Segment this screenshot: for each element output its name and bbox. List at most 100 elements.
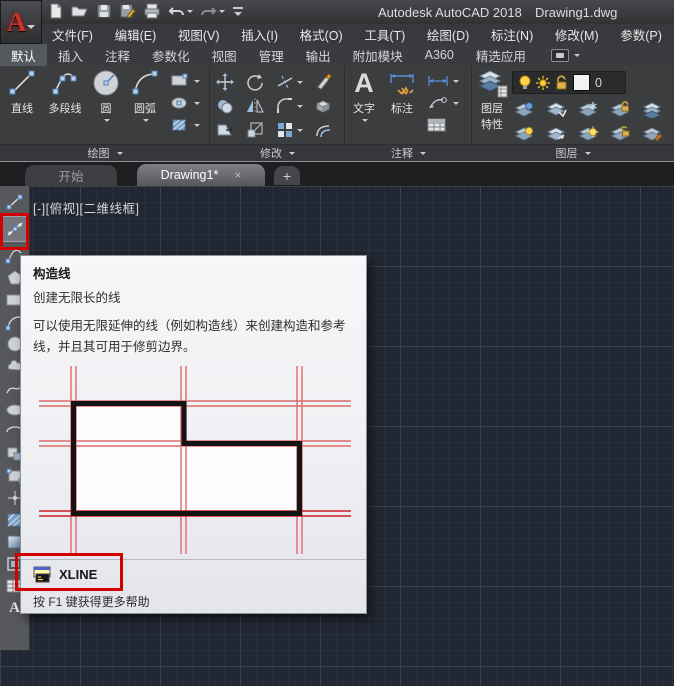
ribbon-tab-addins[interactable]: 附加模块 <box>342 44 414 66</box>
ribbon-display-toggle[interactable] <box>545 44 586 66</box>
linear-dimension-button[interactable] <box>427 72 459 90</box>
layer-selector[interactable]: 0 <box>512 71 626 94</box>
ellipse-icon <box>171 97 187 109</box>
menu-format[interactable]: 格式(O) <box>296 24 347 45</box>
layer-unlock-icon[interactable] <box>610 124 632 142</box>
customize-qat-icon[interactable] <box>232 4 244 18</box>
scale-button[interactable] <box>246 118 276 142</box>
polyline-button[interactable]: 多段线 <box>42 68 88 116</box>
offset-button[interactable] <box>314 118 340 142</box>
menu-bar: 文件(F) 编辑(E) 视图(V) 插入(I) 格式(O) 工具(T) 绘图(D… <box>0 24 674 44</box>
ribbon-tab-a360[interactable]: A360 <box>414 44 465 66</box>
ribbon-tab-view[interactable]: 视图 <box>201 44 248 66</box>
layer-off-icon[interactable] <box>514 100 536 118</box>
multileader-icon <box>429 97 447 109</box>
new-file-icon[interactable] <box>48 3 64 19</box>
move-button[interactable] <box>216 70 246 94</box>
toolbar-line-button[interactable] <box>0 191 30 213</box>
line-icon <box>9 70 35 95</box>
current-layer-name: 0 <box>595 75 602 90</box>
layer-lock-icon[interactable] <box>610 100 632 118</box>
chevron-down-icon[interactable] <box>297 104 303 111</box>
close-tab-icon[interactable]: × <box>234 168 241 182</box>
chevron-down-icon[interactable] <box>219 9 225 16</box>
layer-thaw-icon[interactable] <box>578 124 600 142</box>
ribbon-tab-manage[interactable]: 管理 <box>248 44 295 66</box>
trim-button[interactable] <box>276 70 314 94</box>
ribbon-tab-home[interactable]: 默认 <box>0 44 48 66</box>
file-tab-start[interactable]: 开始 <box>25 165 117 186</box>
mirror-button[interactable] <box>246 94 276 118</box>
chevron-down-icon[interactable] <box>187 9 193 16</box>
ribbon: 直线 多段线 圆 圆弧 绘图 修改 A 文字 标注 注释 图层 特性 0 图层 <box>0 66 674 162</box>
menu-dimension[interactable]: 标注(N) <box>487 24 537 45</box>
new-drawing-tab-button[interactable]: + <box>274 166 300 185</box>
panel-title-draw[interactable]: 绘图 <box>0 144 210 161</box>
tooltip-subtitle: 创建无限长的线 <box>33 291 121 305</box>
fillet-button[interactable] <box>276 94 314 118</box>
color-swatch <box>573 74 590 91</box>
hatch-button[interactable] <box>170 116 200 134</box>
file-tab-drawing1[interactable]: Drawing1* × <box>137 164 265 186</box>
stretch-button[interactable] <box>216 118 246 142</box>
autocad-window: A Autodesk AutoCAD 2018 Drawing1.dwg 文件(… <box>0 0 674 686</box>
multileader-button[interactable] <box>427 94 459 112</box>
save-icon[interactable] <box>96 3 112 19</box>
mirror-icon <box>247 98 264 114</box>
rectangle-icon <box>171 73 188 86</box>
chevron-down-icon[interactable] <box>297 128 303 135</box>
ribbon-tab-featured-apps[interactable]: 精选应用 <box>465 44 537 66</box>
viewport-controls-label[interactable]: [-][俯视][二维线框] <box>33 198 140 217</box>
chevron-down-icon[interactable] <box>362 119 368 125</box>
menu-tools[interactable]: 工具(T) <box>360 24 409 45</box>
panel-layers: 图层 特性 0 图层 <box>472 66 674 161</box>
ribbon-tab-annotate[interactable]: 注释 <box>94 44 141 66</box>
menu-insert[interactable]: 插入(I) <box>237 24 282 45</box>
explode-button[interactable] <box>314 94 340 118</box>
layer-isolate-icon[interactable] <box>546 100 568 118</box>
ribbon-tab-output[interactable]: 输出 <box>295 44 342 66</box>
ribbon-tab-insert[interactable]: 插入 <box>47 44 94 66</box>
ribbon-tab-parametric[interactable]: 参数化 <box>141 44 201 66</box>
rotate-icon <box>247 74 263 91</box>
layer-make-current-icon[interactable] <box>642 100 664 118</box>
rectangle-button[interactable] <box>170 72 200 90</box>
circle-button[interactable]: 圆 <box>88 68 124 125</box>
chevron-down-icon[interactable] <box>297 80 303 87</box>
copy-button[interactable] <box>216 94 246 118</box>
menu-file[interactable]: 文件(F) <box>48 24 97 45</box>
rotate-button[interactable] <box>246 70 276 94</box>
chevron-down-icon[interactable] <box>104 119 110 125</box>
file-tab-bar: 开始 Drawing1* × + <box>0 162 674 186</box>
menu-view[interactable]: 视图(V) <box>174 24 224 45</box>
ellipse-button[interactable] <box>170 94 200 112</box>
erase-button[interactable] <box>314 70 340 94</box>
panel-title-annotate[interactable]: 注释 <box>345 144 472 161</box>
layer-properties-icon <box>478 70 508 98</box>
save-as-icon[interactable] <box>119 3 136 19</box>
plot-printer-icon[interactable] <box>143 3 161 19</box>
line-button[interactable]: 直线 <box>2 68 42 116</box>
redo-icon[interactable] <box>200 4 225 19</box>
menu-draw[interactable]: 绘图(D) <box>423 24 473 45</box>
menu-parametric[interactable]: 参数(P) <box>616 24 666 45</box>
layer-properties-button[interactable]: 图层 特性 <box>474 68 510 132</box>
table-button[interactable] <box>427 116 459 134</box>
menu-modify[interactable]: 修改(M) <box>551 24 603 45</box>
menu-edit[interactable]: 编辑(E) <box>111 24 161 45</box>
text-button[interactable]: A 文字 <box>347 68 381 125</box>
layer-match-icon[interactable] <box>642 124 664 142</box>
layer-unisolate-icon[interactable] <box>546 124 568 142</box>
panel-title-layers[interactable]: 图层 <box>472 144 674 161</box>
arc-button[interactable]: 圆弧 <box>126 68 164 125</box>
array-button[interactable] <box>276 118 314 142</box>
layer-on-icon[interactable] <box>514 124 536 142</box>
application-menu-button[interactable]: A <box>0 0 42 44</box>
layer-freeze-icon[interactable] <box>578 100 600 118</box>
panel-title-modify[interactable]: 修改 <box>210 144 345 161</box>
undo-icon[interactable] <box>168 4 193 19</box>
chevron-down-icon[interactable] <box>143 119 149 125</box>
open-folder-icon[interactable] <box>71 3 89 19</box>
construction-line-illustration <box>39 366 351 554</box>
dimension-button[interactable]: 标注 <box>383 68 421 116</box>
